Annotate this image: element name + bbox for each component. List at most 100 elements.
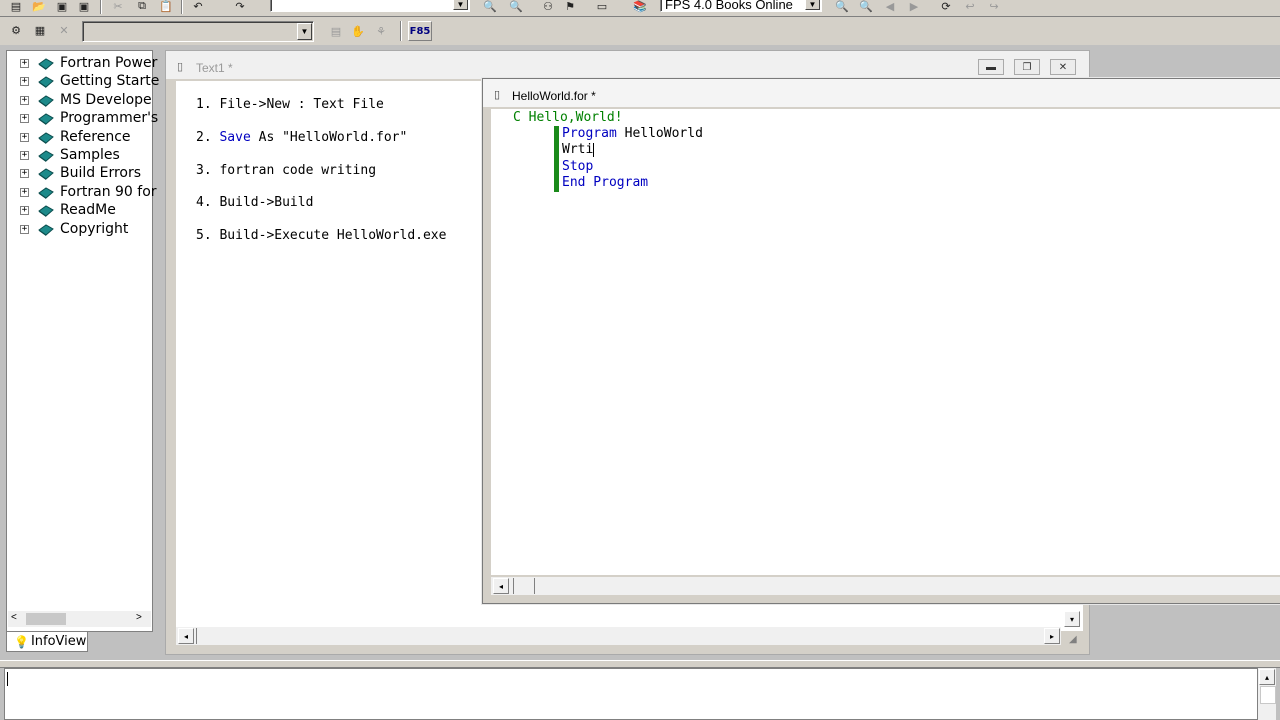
resize-grip-icon[interactable]: ◢ xyxy=(1069,634,1077,645)
find-combo[interactable]: ▼ xyxy=(270,0,470,12)
book-icon xyxy=(38,150,54,162)
books-icon[interactable]: 📚 xyxy=(630,0,650,15)
code-comment-line: C Hello,World! xyxy=(513,110,623,125)
window-icon[interactable]: ▭ xyxy=(592,0,612,15)
document-icon: ▯ xyxy=(494,89,501,101)
output-pane[interactable] xyxy=(4,668,1258,720)
go-icon[interactable]: ⚘ xyxy=(371,22,391,40)
copy-icon[interactable]: ⧉ xyxy=(132,0,152,15)
tree-item[interactable]: + Programmer's xyxy=(7,110,158,128)
output-vscrollbar[interactable]: ▴ xyxy=(1258,668,1276,720)
tree-item[interactable]: + Samples xyxy=(7,147,152,165)
minimize-button[interactable]: ▬ xyxy=(978,59,1004,75)
books-online-combo[interactable]: FPS 4.0 Books Online ▼ xyxy=(660,0,822,12)
next-topic-icon[interactable]: ▶ xyxy=(904,0,924,15)
code-line-current: Wrti xyxy=(562,142,595,157)
chevron-down-icon[interactable]: ▼ xyxy=(297,23,312,40)
scroll-up-icon[interactable]: ▴ xyxy=(1259,669,1275,685)
tree-item[interactable]: + Getting Starte xyxy=(7,73,159,91)
step-line: 1. File->New : Text File xyxy=(196,97,384,112)
text1-hscrollbar[interactable]: ◂ ▸ xyxy=(176,627,1061,645)
binoculars-icon[interactable]: ⚇ xyxy=(538,0,558,15)
search-topics-icon[interactable]: 🔍 xyxy=(832,0,852,15)
book-icon xyxy=(38,168,54,181)
save-icon[interactable]: ▣ xyxy=(52,0,72,15)
document-icon: ▯ xyxy=(177,61,184,73)
tree-item-label: Reference xyxy=(60,128,131,145)
undo-icon[interactable]: ↶ xyxy=(188,0,208,15)
scroll-left-icon[interactable]: < xyxy=(11,612,17,623)
cut-icon[interactable]: ✂ xyxy=(108,0,128,15)
back-icon[interactable]: ↩ xyxy=(960,0,980,15)
redo-icon[interactable]: ↷ xyxy=(230,0,250,15)
book-icon xyxy=(38,132,54,144)
forward-icon[interactable]: ↪ xyxy=(984,0,1004,15)
find-icon[interactable]: 🔍 xyxy=(480,0,500,15)
compile-icon[interactable]: ⚙ xyxy=(6,21,26,39)
scroll-thumb[interactable] xyxy=(1260,686,1276,704)
scroll-right-icon[interactable]: ▸ xyxy=(1044,628,1060,644)
configuration-combo[interactable]: ▼ xyxy=(82,21,314,42)
tree-item[interactable]: + Fortran 90 for xyxy=(7,184,157,202)
scroll-down-icon[interactable]: ▾ xyxy=(1064,611,1080,627)
code-line-stop: Stop xyxy=(562,159,594,174)
chevron-down-icon[interactable]: ▼ xyxy=(453,0,468,10)
tree-item-label: ReadMe xyxy=(60,202,116,219)
scroll-left-icon[interactable]: ◂ xyxy=(493,578,509,594)
expand-plus-icon[interactable]: + xyxy=(20,132,29,142)
paste-icon[interactable]: 📋 xyxy=(156,0,176,15)
book-icon xyxy=(38,205,54,218)
code-line-program: Program HelloWorld xyxy=(562,126,703,141)
expand-plus-icon[interactable]: + xyxy=(20,95,29,105)
scroll-thumb[interactable] xyxy=(26,613,66,625)
tab-infoview[interactable]: 💡 InfoView xyxy=(6,632,88,652)
f85-button[interactable]: F85 xyxy=(408,21,432,41)
query-icon[interactable]: 🔍 xyxy=(856,0,876,15)
expand-plus-icon[interactable]: + xyxy=(20,224,29,234)
code-editor[interactable]: C Hello,World! Program HelloWorld Wrti S… xyxy=(491,109,1280,575)
gutter-marker xyxy=(554,126,559,192)
close-button[interactable]: ✕ xyxy=(1050,59,1076,75)
expand-plus-icon[interactable]: + xyxy=(20,169,29,179)
expand-plus-icon[interactable]: + xyxy=(20,187,29,197)
step-line: 3. fortran code writing xyxy=(196,162,377,178)
tree-item-label: Fortran Power xyxy=(60,55,158,71)
save-all-icon[interactable]: ▣ xyxy=(74,0,94,15)
chevron-down-icon[interactable]: ▼ xyxy=(805,0,820,10)
scroll-left-icon[interactable]: ◂ xyxy=(178,628,194,644)
helloworld-window[interactable]: ▯ HelloWorld.for * C Hello,World! Progra… xyxy=(482,78,1280,604)
tree-item[interactable]: + Reference xyxy=(7,129,152,147)
tree-item-label: Copyright xyxy=(60,220,129,237)
output-pane-splitter[interactable] xyxy=(0,660,1280,668)
infoview-hscrollbar[interactable]: < > xyxy=(8,611,151,627)
tree-item[interactable]: + Build Errors xyxy=(7,165,152,183)
expand-plus-icon[interactable]: + xyxy=(20,114,29,124)
toolbar-build: ⚙ ▦ ✕ ▼ ▤ ✋ ⚘ F85 xyxy=(0,17,1280,45)
stop-build-icon[interactable]: ✕ xyxy=(54,21,74,39)
find-in-files-icon[interactable]: 🔍 xyxy=(506,0,526,15)
sync-contents-icon[interactable]: ⟳ xyxy=(936,0,956,15)
open-folder-icon[interactable]: 📂 xyxy=(29,0,49,15)
tree-item[interactable]: + ReadMe xyxy=(7,202,152,220)
previous-topic-icon[interactable]: ◀ xyxy=(880,0,900,15)
expand-plus-icon[interactable]: + xyxy=(20,151,29,160)
restore-button[interactable]: ❐ xyxy=(1014,59,1040,75)
bookmark-icon[interactable]: ⚑ xyxy=(560,0,580,15)
helloworld-titlebar[interactable]: ▯ HelloWorld.for * xyxy=(483,79,1280,107)
build-icon[interactable]: ▦ xyxy=(30,21,50,39)
tree-item[interactable]: + MS Develope xyxy=(7,92,152,110)
expand-plus-icon[interactable]: + xyxy=(20,206,29,216)
text-cursor xyxy=(593,142,595,157)
book-icon xyxy=(38,58,54,70)
text1-titlebar[interactable]: ▯ Text1 * ▬ ❐ ✕ xyxy=(166,51,1089,79)
insert-breakpoint-icon[interactable]: ▤ xyxy=(326,22,346,40)
code-hscrollbar[interactable]: ◂ xyxy=(491,577,1280,595)
expand-plus-icon[interactable]: + xyxy=(20,59,29,68)
tab-infoview-label: InfoView xyxy=(30,634,87,649)
scroll-right-icon[interactable]: > xyxy=(136,612,142,623)
hand-icon[interactable]: ✋ xyxy=(348,22,368,40)
tree-item[interactable]: + Copyright xyxy=(7,221,152,239)
expand-plus-icon[interactable]: + xyxy=(20,77,29,87)
tree-item[interactable]: + Fortran Power xyxy=(7,55,157,73)
new-file-icon[interactable]: ▤ xyxy=(6,0,26,15)
